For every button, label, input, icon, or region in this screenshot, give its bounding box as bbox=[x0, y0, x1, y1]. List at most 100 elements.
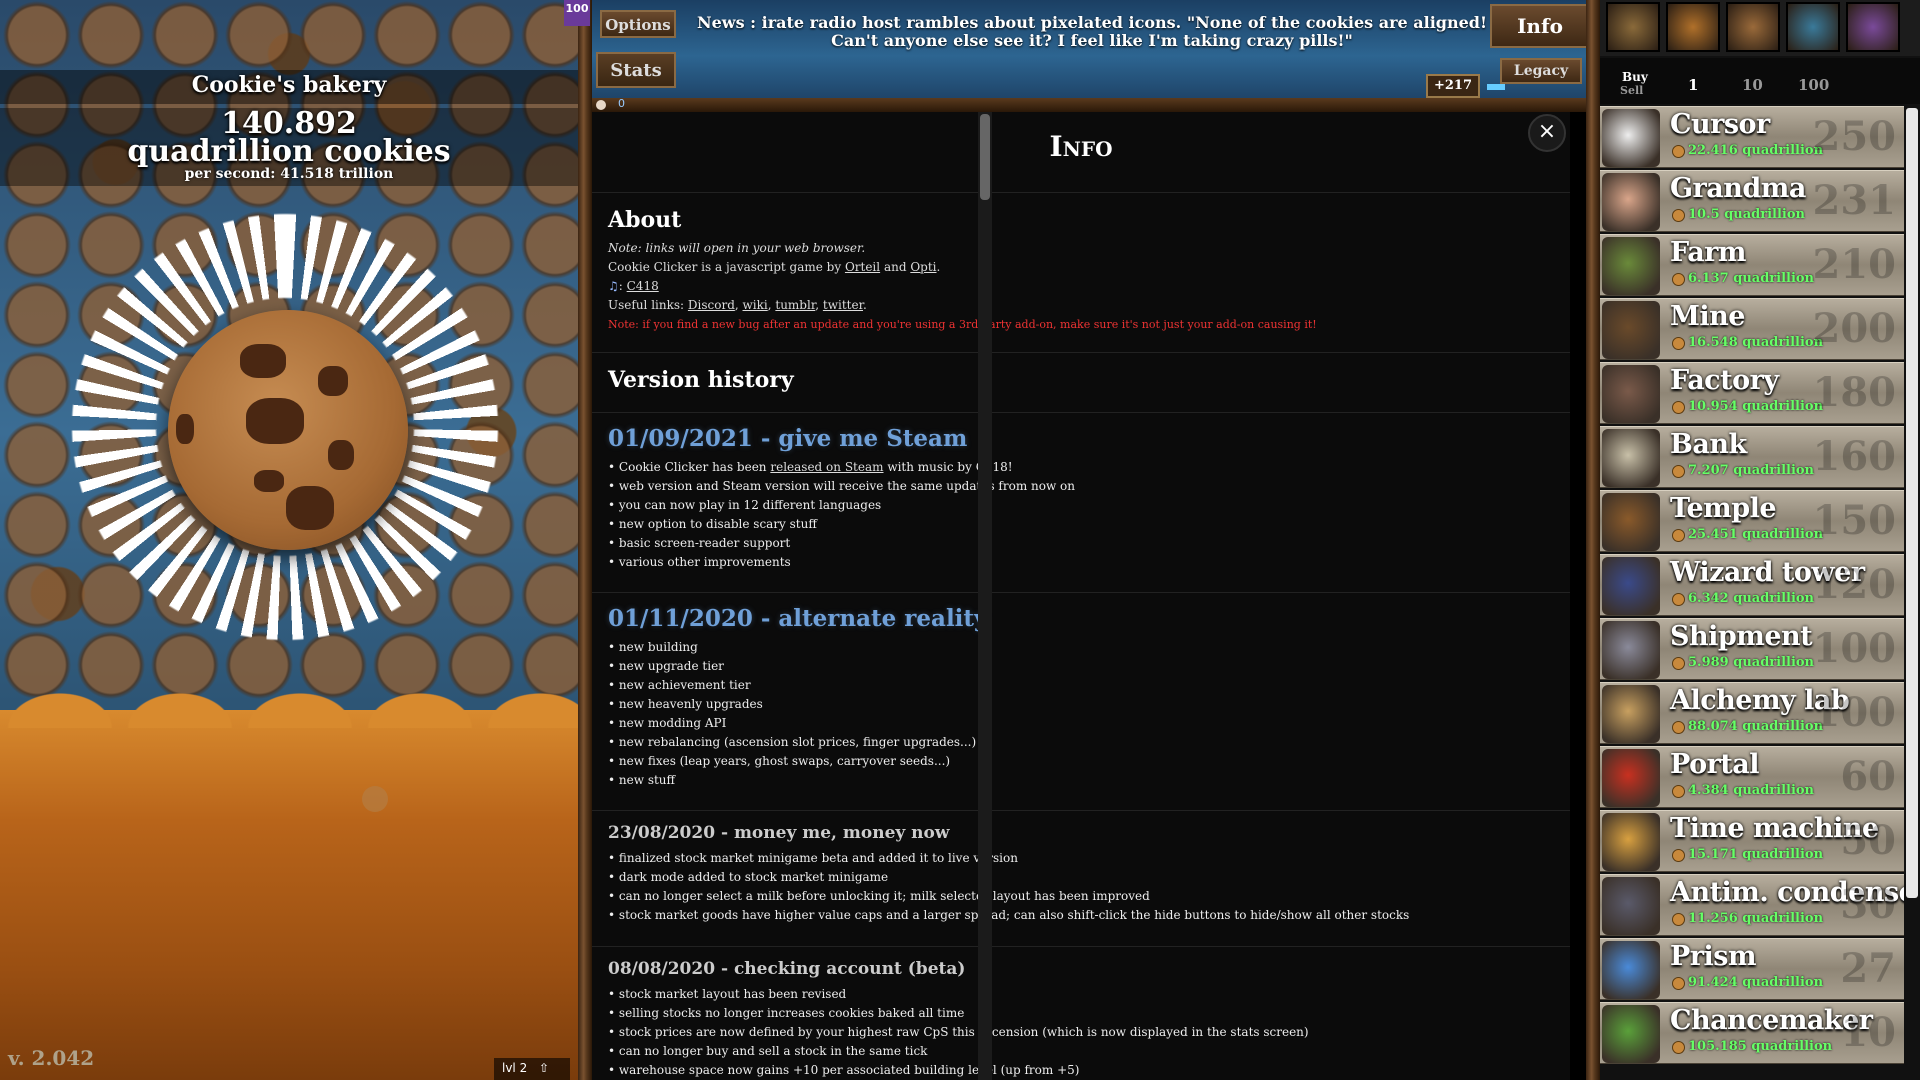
building-price: 22.416 quadrillion bbox=[1688, 143, 1824, 158]
building-factory[interactable]: Factory 10.954 quadrillion 180 bbox=[1600, 362, 1904, 424]
bank-icon bbox=[1602, 429, 1660, 487]
building-name: Bank bbox=[1670, 429, 1747, 460]
close-button[interactable]: × bbox=[1528, 114, 1566, 152]
building-bank[interactable]: Bank 7.207 quadrillion 160 bbox=[1600, 426, 1904, 488]
time-machine-icon bbox=[1602, 813, 1660, 871]
building-chancemaker[interactable]: Chancemaker 105.185 quadrillion 10 bbox=[1600, 1002, 1904, 1064]
cursor-icon bbox=[1602, 109, 1660, 167]
discord-link[interactable]: Discord bbox=[688, 298, 735, 312]
chancemaker-icon bbox=[1602, 1005, 1660, 1063]
version-note: web version and Steam version will recei… bbox=[608, 477, 1570, 496]
version-note: basic screen-reader support bbox=[608, 534, 1570, 553]
upgrade-slot[interactable] bbox=[1666, 2, 1720, 52]
building-mine[interactable]: Mine 16.548 quadrillion 200 bbox=[1600, 298, 1904, 360]
cookie-unit: quadrillion cookies bbox=[127, 134, 451, 169]
sell-toggle[interactable]: Sell bbox=[1620, 84, 1643, 97]
steam-link[interactable]: released on Steam bbox=[770, 460, 883, 474]
building-portal[interactable]: Portal 4.384 quadrillion 60 bbox=[1600, 746, 1904, 808]
building-count: 100 bbox=[1812, 689, 1897, 736]
about-title: About bbox=[608, 207, 682, 233]
info-button[interactable]: Info bbox=[1490, 4, 1590, 48]
building-shipment[interactable]: Shipment 5.989 quadrillion 100 bbox=[1600, 618, 1904, 680]
upgrade-slot[interactable] bbox=[1726, 2, 1780, 52]
music-credit: ♫: C418 bbox=[592, 277, 1570, 296]
building-price: 91.424 quadrillion bbox=[1688, 975, 1824, 990]
alchemy-lab-icon bbox=[1602, 685, 1660, 743]
version-note: dark mode added to stock market minigame bbox=[608, 868, 1570, 887]
cookie-coin-icon bbox=[1672, 913, 1685, 926]
building-antim-condenser[interactable]: Antim. condenser 11.256 quadrillion 30 bbox=[1600, 874, 1904, 936]
building-count: 50 bbox=[1840, 817, 1896, 864]
version-notes: finalized stock market minigame beta and… bbox=[592, 849, 1570, 925]
opti-link[interactable]: Opti bbox=[910, 260, 936, 274]
building-count: 250 bbox=[1812, 113, 1897, 160]
building-name: Portal bbox=[1670, 749, 1760, 780]
comma-1: , bbox=[734, 298, 743, 312]
store-scrollbar[interactable] bbox=[1906, 108, 1918, 898]
version-note: new option to disable scary stuff bbox=[608, 515, 1570, 534]
music-prefix: : bbox=[618, 279, 627, 293]
tumblr-link[interactable]: tumblr bbox=[775, 298, 815, 312]
version-label: v. 2.042 bbox=[8, 1046, 95, 1070]
cookie-coin-icon bbox=[1672, 273, 1685, 286]
building-price: 6.342 quadrillion bbox=[1688, 591, 1815, 606]
building-grandma[interactable]: Grandma 10.5 quadrillion 231 bbox=[1600, 170, 1904, 232]
building-time-machine[interactable]: Time machine 15.171 quadrillion 50 bbox=[1600, 810, 1904, 872]
buy-amount-1[interactable]: 1 bbox=[1688, 76, 1698, 94]
menu-divider bbox=[592, 98, 1600, 112]
version-note: new modding API bbox=[608, 714, 1570, 733]
building-name: Factory bbox=[1670, 365, 1779, 396]
credits-and: and bbox=[880, 260, 911, 274]
building-temple[interactable]: Temple 25.451 quadrillion 150 bbox=[1600, 490, 1904, 552]
building-farm[interactable]: Farm 6.137 quadrillion 210 bbox=[1600, 234, 1904, 296]
version-note: you can now play in 12 different languag… bbox=[608, 496, 1570, 515]
version-title: 08/08/2020 - checking account (beta) bbox=[608, 959, 966, 979]
version-history-title: Version history bbox=[608, 367, 794, 393]
cookie-coin-icon bbox=[1672, 849, 1685, 862]
info-scrollbar-track[interactable] bbox=[978, 112, 992, 1080]
buy-toggle[interactable]: Buy bbox=[1622, 70, 1648, 84]
building-alchemy-lab[interactable]: Alchemy lab 88.074 quadrillion 100 bbox=[1600, 682, 1904, 744]
milk-layer bbox=[0, 688, 578, 1080]
version-note: new heavenly upgrades bbox=[608, 695, 1570, 714]
news-ticker: News : irate radio host rambles about pi… bbox=[696, 13, 1488, 50]
upgrade-slot[interactable] bbox=[1846, 2, 1900, 52]
upgrade-slot[interactable] bbox=[1786, 2, 1840, 52]
cookie-coin-icon bbox=[1672, 593, 1685, 606]
building-prism[interactable]: Prism 91.424 quadrillion 27 bbox=[1600, 938, 1904, 1000]
right-divider bbox=[1586, 0, 1600, 1080]
options-button[interactable]: Options bbox=[600, 10, 676, 38]
orteil-link[interactable]: Orteil bbox=[845, 260, 880, 274]
wiki-link[interactable]: wiki bbox=[743, 298, 768, 312]
info-scrollbar-thumb[interactable] bbox=[980, 114, 990, 200]
legacy-button[interactable]: Legacy bbox=[1500, 58, 1582, 84]
building-count: 120 bbox=[1812, 561, 1897, 608]
building-count: 100 bbox=[1812, 625, 1897, 672]
buy-amount-100[interactable]: 100 bbox=[1798, 76, 1829, 94]
version-title: 23/08/2020 - money me, money now bbox=[608, 823, 950, 843]
stats-button[interactable]: Stats bbox=[596, 52, 676, 88]
note-text: Cookie Clicker has been bbox=[618, 460, 771, 474]
milk-count: 0 bbox=[618, 97, 625, 110]
buy-amount-10[interactable]: 10 bbox=[1742, 76, 1763, 94]
bakery-name[interactable]: Cookie's bakery bbox=[0, 72, 578, 98]
building-price: 25.451 quadrillion bbox=[1688, 527, 1824, 542]
building-count: 10 bbox=[1840, 1009, 1896, 1056]
upgrade-slot[interactable] bbox=[1606, 2, 1660, 52]
version-entry: 23/08/2020 - money me, money now finaliz… bbox=[592, 810, 1570, 944]
twitter-link[interactable]: twitter bbox=[823, 298, 863, 312]
falling-cookie bbox=[362, 786, 388, 812]
version-notes: Cookie Clicker has been released on Stea… bbox=[592, 458, 1570, 572]
building-price: 88.074 quadrillion bbox=[1688, 719, 1824, 734]
big-cookie[interactable] bbox=[168, 310, 408, 550]
c418-link[interactable]: C418 bbox=[627, 279, 659, 293]
useful-period: . bbox=[863, 298, 867, 312]
portal-icon bbox=[1602, 749, 1660, 807]
version-note: new stuff bbox=[608, 771, 1570, 790]
level-indicator[interactable]: lvl 2 ⇧ bbox=[494, 1058, 570, 1080]
level-flag: 100 bbox=[564, 0, 590, 26]
about-credits: Cookie Clicker is a javascript game by O… bbox=[592, 258, 1570, 277]
building-price: 16.548 quadrillion bbox=[1688, 335, 1824, 350]
building-wizard-tower[interactable]: Wizard tower 6.342 quadrillion 120 bbox=[1600, 554, 1904, 616]
building-cursor[interactable]: Cursor 22.416 quadrillion 250 bbox=[1600, 106, 1904, 168]
